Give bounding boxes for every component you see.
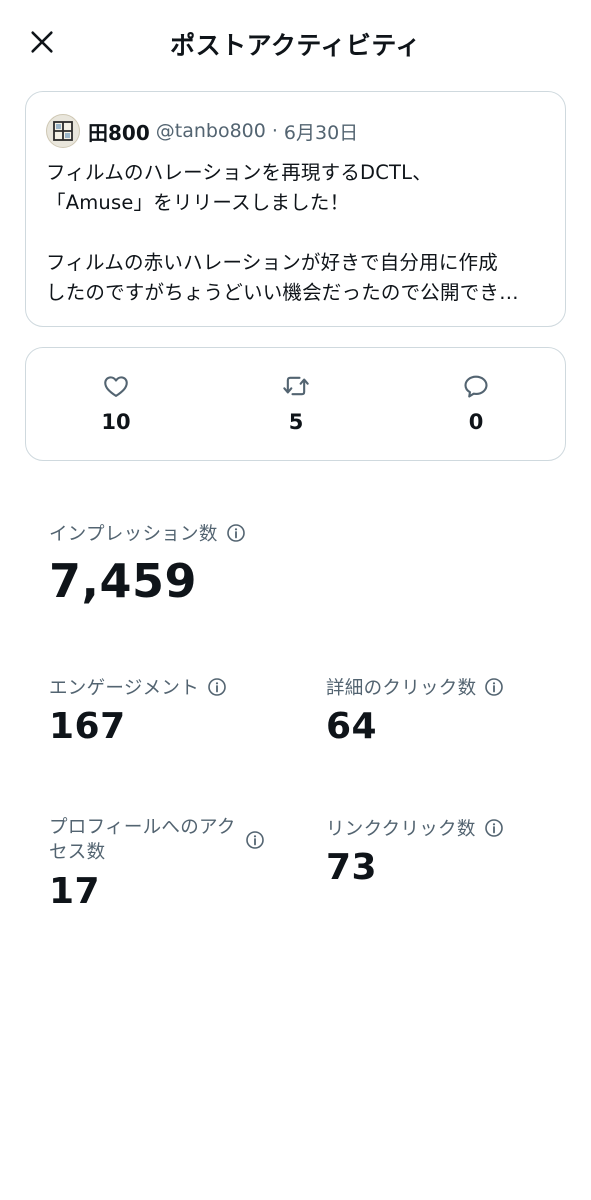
link-clicks-label: リンククリック数 [326,819,476,840]
detail-clicks-label: 詳細のクリック数 [326,678,477,699]
profile-visits-label-line: プロフィールへのアク [49,817,236,838]
avatar[interactable] [46,114,80,148]
post-text-line: フィルムのハレーションを再現するDCTL、 [46,161,432,184]
impressions-label-row: インプレッション数 [49,520,246,546]
detail-clicks-value: 64 [326,706,378,747]
engagements-label-row: エンゲージメント [49,674,227,700]
author-handle[interactable]: @tanbo800 [156,120,266,142]
replies-stat[interactable]: 0 [416,372,536,434]
repost-icon [283,376,309,396]
detail-clicks-metric: 詳細のクリック数 64 [326,674,504,747]
impressions-metric: インプレッション数 7,459 [49,520,246,608]
info-icon[interactable] [484,677,504,697]
profile-visits-label: プロフィールへのアク セス数 [49,815,239,865]
profile-visits-label-line: セス数 [49,842,106,863]
replies-count: 0 [468,410,484,434]
engagement-card: 10 5 0 [25,347,566,461]
header: ポストアクティビティ [0,0,591,84]
post-text: フィルムのハレーションを再現するDCTL、 「Amuse」をリリースしました！ … [46,158,547,308]
reposts-count: 5 [288,410,304,434]
engagements-label: エンゲージメント [49,678,200,699]
link-clicks-metric: リンククリック数 73 [326,815,504,888]
engagements-value: 167 [49,706,126,747]
page-title: ポストアクティビティ [170,31,421,60]
post-activity-screen: ポストアクティビティ 田800 @tanbo800 · 6月30日 フィルムのハ… [0,0,591,1200]
reposts-stat[interactable]: 5 [236,372,356,434]
info-icon[interactable] [207,677,227,697]
profile-visits-label-row: プロフィールへのアク セス数 [49,815,265,865]
post-text-line: 「Amuse」をリリースしました！ [46,191,350,214]
engagements-metric: エンゲージメント 167 [49,674,227,747]
info-icon[interactable] [484,818,504,838]
post-text-line: フィルムの赤いハレーションが好きで自分用に作成 [46,251,498,274]
impressions-value: 7,459 [49,554,198,608]
author-name[interactable]: 田800 [88,117,150,146]
likes-count: 10 [101,410,131,434]
avatar-rice-field-icon [53,121,73,141]
link-clicks-label-row: リンククリック数 [326,815,504,841]
likes-stat[interactable]: 10 [56,372,176,434]
post-preview-card[interactable]: 田800 @tanbo800 · 6月30日 フィルムのハレーションを再現するD… [25,91,566,327]
info-icon[interactable] [226,523,246,543]
post-text-line: したのですがちょうどいい機会だったので公開でき… [46,281,519,304]
impressions-label: インプレッション数 [49,524,218,545]
link-clicks-value: 73 [326,847,378,888]
detail-clicks-label-row: 詳細のクリック数 [326,674,504,700]
separator-dot: · [271,120,278,142]
info-icon[interactable] [245,830,265,850]
heart-icon [104,376,128,397]
profile-visits-metric: プロフィールへのアク セス数 17 [49,815,265,912]
profile-visits-value: 17 [49,871,101,912]
reply-icon [464,375,488,398]
post-date: 6月30日 [283,121,359,144]
post-header: 田800 @tanbo800 · 6月30日 [46,114,547,148]
